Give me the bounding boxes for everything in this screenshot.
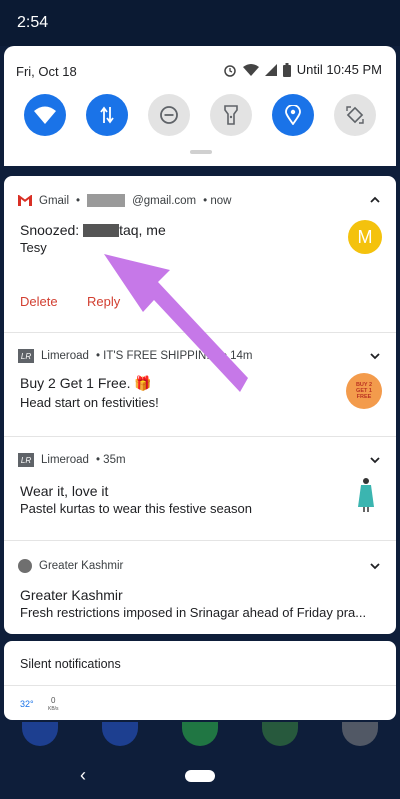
greater-kashmir-notification[interactable]: Greater Kashmir Greater Kashmir Fresh re…: [4, 541, 396, 634]
location-tile[interactable]: [272, 94, 314, 136]
signal-icon: [264, 63, 277, 76]
notification-text: Pastel kurtas to wear this festive seaso…: [20, 501, 252, 516]
clock: 2:54: [17, 14, 49, 31]
temperature: 32°: [20, 699, 34, 709]
notification-title: Wear it, love it: [20, 483, 109, 499]
app-name: Gmail: [39, 194, 70, 207]
greater-kashmir-icon: [18, 559, 32, 573]
battery-icon: [282, 62, 291, 77]
camera-app-icon: [342, 722, 378, 746]
app-name: Greater Kashmir: [39, 560, 124, 572]
divider: [4, 685, 396, 686]
qs-status-icons: Until 10:45 PM: [223, 62, 382, 77]
kurta-thumbnail: [358, 478, 374, 512]
wifi-tile[interactable]: [24, 94, 66, 136]
wifi-icon: [34, 106, 56, 124]
silent-label: Silent notifications: [20, 657, 121, 671]
notification-header: Greater Kashmir: [18, 559, 123, 573]
flashlight-icon: [224, 105, 238, 125]
notification-time: • 35m: [95, 454, 126, 466]
separator: •: [76, 194, 81, 207]
limeroad-icon: LR: [18, 453, 34, 467]
notification-time: • now: [203, 194, 232, 207]
gmail-notification[interactable]: Gmail • @gmail.com • now Snoozed: taq, m…: [4, 176, 396, 332]
title-prefix: Snoozed:: [20, 222, 80, 238]
silent-notifications[interactable]: Silent notifications 32° 0 KB/s: [4, 641, 396, 720]
promo-badge: BUY 2 GET 1 FREE: [346, 373, 382, 409]
notification-title: Snoozed: taq, me: [20, 222, 166, 238]
limeroad-notification-2[interactable]: LR Limeroad • 35m Wear it, love it Paste…: [4, 437, 396, 540]
qs-tiles: [24, 94, 376, 138]
notification-text: Head start on festivities!: [20, 395, 159, 410]
messages-app-icon: [102, 722, 138, 746]
navigation-bar: ‹: [0, 755, 400, 799]
home-button[interactable]: [185, 770, 215, 782]
qs-drag-handle[interactable]: [190, 150, 212, 154]
speed-unit: KB/s: [48, 706, 59, 712]
chevron-down-icon[interactable]: [370, 353, 380, 360]
chrome-app-icon: [262, 722, 298, 746]
back-icon[interactable]: ‹: [80, 765, 86, 786]
notification-text: Tesy: [20, 240, 47, 255]
mobile-data-tile[interactable]: [86, 94, 128, 136]
network-speed: 0 KB/s: [48, 697, 59, 713]
auto-rotate-tile[interactable]: [334, 94, 376, 136]
notification-header: LR Limeroad • 35m: [18, 453, 126, 467]
redacted-email: [87, 194, 126, 207]
reply-button[interactable]: Reply: [87, 294, 120, 309]
notification-title: Buy 2 Get 1 Free. 🎁: [20, 375, 152, 391]
dnd-icon: [160, 106, 178, 124]
alarm-icon: [223, 64, 236, 77]
notification-subtext: • IT'S FREE SHIPPIN...: [95, 350, 216, 362]
speed-value: 0: [51, 696, 56, 705]
redacted-name: [83, 224, 120, 237]
whatsapp-app-icon: [182, 722, 218, 746]
alarm-until: Until 10:45 PM: [296, 62, 382, 77]
app-name: Limeroad: [41, 454, 89, 466]
limeroad-icon: LR: [18, 349, 34, 363]
chevron-up-icon[interactable]: [370, 196, 380, 203]
flashlight-tile[interactable]: [210, 94, 252, 136]
notification-text: Fresh restrictions imposed in Srinagar a…: [20, 605, 367, 620]
auto-rotate-icon: [346, 106, 364, 124]
wifi-status-icon: [242, 63, 259, 76]
notification-header: LR Limeroad • IT'S FREE SHIPPIN... • 14m: [18, 349, 253, 363]
notification-time: • 14m: [222, 350, 253, 362]
notification-list: Gmail • @gmail.com • now Snoozed: taq, m…: [4, 176, 396, 634]
quick-settings-panel: Fri, Oct 18 Until 10:45 PM: [4, 46, 396, 166]
chevron-down-icon[interactable]: [370, 457, 380, 464]
data-arrows-icon: [100, 106, 114, 124]
dock: [0, 720, 400, 760]
notification-header: Gmail • @gmail.com • now: [18, 194, 231, 207]
account-email: @gmail.com: [132, 194, 197, 207]
limeroad-notification[interactable]: LR Limeroad • IT'S FREE SHIPPIN... • 14m…: [4, 333, 396, 436]
chevron-down-icon[interactable]: [370, 563, 380, 570]
app-name: Limeroad: [41, 350, 89, 362]
phone-app-icon: [22, 722, 58, 746]
title-suffix: taq, me: [119, 222, 166, 238]
gmail-icon: [18, 195, 32, 206]
notification-title: Greater Kashmir: [20, 587, 123, 603]
location-icon: [285, 105, 301, 125]
status-bar: 2:54: [0, 0, 400, 46]
delete-button[interactable]: Delete: [20, 294, 58, 309]
dnd-tile[interactable]: [148, 94, 190, 136]
avatar: M: [348, 220, 382, 254]
qs-date: Fri, Oct 18: [16, 64, 77, 79]
